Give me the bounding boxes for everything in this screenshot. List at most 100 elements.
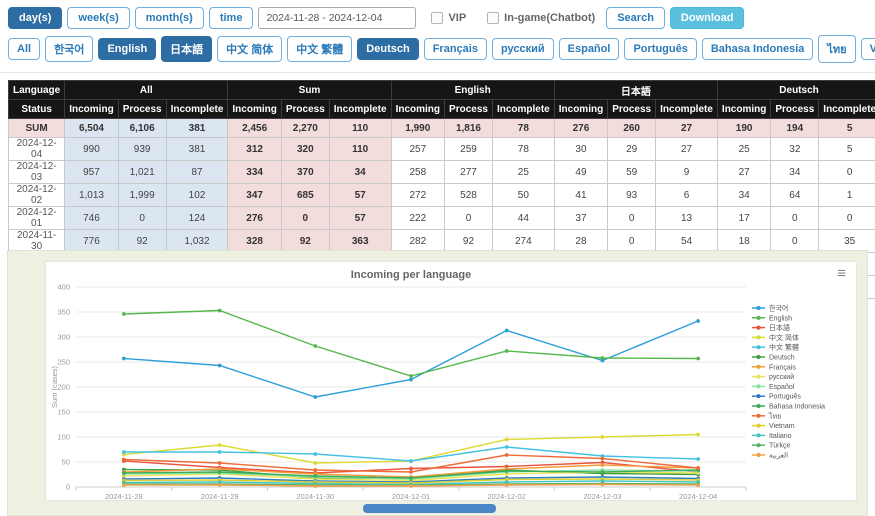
legend-label: Français: [769, 364, 796, 371]
language-filter-13[interactable]: Vietnam: [861, 38, 875, 60]
data-point: [218, 364, 222, 368]
language-filter-9[interactable]: Español: [559, 38, 620, 60]
range-button-days[interactable]: day(s): [8, 7, 62, 29]
legend-item-15[interactable]: العربية: [752, 452, 788, 460]
legend-item-7[interactable]: русский: [752, 373, 794, 381]
date-range-input[interactable]: [258, 7, 416, 29]
language-filter-10[interactable]: Português: [624, 38, 696, 60]
language-filter-11[interactable]: Bahasa Indonesia: [702, 38, 814, 60]
table-cell: 5: [819, 138, 875, 161]
data-point: [313, 474, 317, 478]
metric-header: Incomplete: [492, 100, 554, 119]
row-label: 2024-12-02: [9, 184, 65, 207]
legend-marker-dot: [756, 326, 760, 330]
legend-label: ไทย: [768, 411, 781, 420]
table-cell: 2,270: [281, 119, 329, 138]
table-cell: 312: [228, 138, 281, 161]
language-filter-12[interactable]: ไทย: [818, 35, 855, 63]
table-cell: 44: [492, 207, 554, 230]
chart-menu-icon[interactable]: ≡: [837, 266, 846, 281]
table-cell: 0: [819, 207, 875, 230]
legend-item-12[interactable]: Vietnam: [752, 423, 795, 430]
vip-checkbox[interactable]: [431, 12, 443, 24]
data-point: [218, 443, 222, 447]
language-filter-2[interactable]: English: [98, 38, 156, 60]
legend-marker-dot: [756, 433, 760, 437]
table-cell: 49: [554, 161, 607, 184]
legend-item-9[interactable]: Português: [752, 394, 801, 401]
language-filter-4[interactable]: 中文 简体: [217, 36, 282, 62]
x-tick-label: 2024-12-02: [488, 492, 526, 501]
legend-marker-dot: [756, 424, 760, 428]
table-cell: 34: [717, 184, 770, 207]
table-cell: 29: [608, 138, 656, 161]
data-point: [601, 463, 605, 467]
data-point: [218, 309, 222, 313]
language-filter-1[interactable]: 한국어: [45, 36, 93, 62]
metric-header: Incoming: [717, 100, 770, 119]
table-cell: 381: [166, 119, 228, 138]
horizontal-scrollbar-thumb[interactable]: [363, 504, 496, 513]
download-button[interactable]: Download: [670, 7, 745, 29]
range-button-time[interactable]: time: [209, 7, 254, 29]
legend-item-14[interactable]: Türkçe: [752, 443, 791, 450]
row-label: SUM: [9, 119, 65, 138]
table-cell: 57: [329, 184, 391, 207]
table-cell: 194: [771, 119, 819, 138]
language-filter-3[interactable]: 日本語: [161, 36, 212, 62]
language-filter-5[interactable]: 中文 繁體: [287, 36, 352, 62]
group-header-0: All: [65, 81, 228, 100]
x-tick-label: 2024-11-30: [296, 492, 334, 501]
data-point: [505, 438, 509, 442]
legend-item-11[interactable]: ไทย: [752, 411, 781, 420]
metric-header: Process: [118, 100, 166, 119]
legend-marker-dot: [756, 316, 760, 320]
legend-item-5[interactable]: Deutsch: [752, 355, 795, 362]
legend-item-1[interactable]: English: [752, 315, 792, 322]
range-button-weeks[interactable]: week(s): [67, 7, 129, 29]
legend-item-8[interactable]: Español: [752, 384, 795, 391]
metric-header: Incomplete: [656, 100, 718, 119]
search-button[interactable]: Search: [606, 7, 665, 29]
legend-label: English: [769, 315, 792, 322]
table-cell: 78: [492, 119, 554, 138]
table-cell: 1,816: [445, 119, 493, 138]
legend-item-2[interactable]: 日本語: [752, 323, 790, 332]
table-cell: 27: [717, 161, 770, 184]
vip-checkbox-group[interactable]: VIP: [431, 12, 466, 24]
legend-item-13[interactable]: Italiano: [752, 433, 792, 440]
language-filter-0[interactable]: All: [8, 38, 40, 60]
table-cell: 0: [819, 161, 875, 184]
table-cell: 27: [656, 119, 718, 138]
data-point: [122, 471, 126, 475]
data-point: [409, 470, 413, 474]
table-corner-status: Status: [9, 100, 65, 119]
legend-item-6[interactable]: Français: [752, 364, 796, 371]
legend-item-3[interactable]: 中文 简体: [752, 333, 799, 342]
legend-item-4[interactable]: 中文 繁體: [752, 343, 799, 352]
range-button-months[interactable]: month(s): [135, 7, 204, 29]
table-cell: 37: [554, 207, 607, 230]
language-filter-8[interactable]: русский: [492, 38, 554, 60]
vip-label: VIP: [448, 12, 466, 24]
table-cell: 990: [65, 138, 118, 161]
data-point: [313, 395, 317, 399]
legend-item-0[interactable]: 한국어: [752, 304, 788, 313]
table-cell: 64: [771, 184, 819, 207]
legend-item-10[interactable]: Bahasa Indonesia: [752, 404, 825, 411]
data-point: [122, 458, 126, 462]
language-filter-7[interactable]: Français: [424, 38, 487, 60]
table-cell: 41: [554, 184, 607, 207]
table-cell: 6,106: [118, 119, 166, 138]
language-filter-6[interactable]: Deutsch: [357, 38, 418, 60]
ingame-checkbox[interactable]: [487, 12, 499, 24]
data-point: [313, 468, 317, 472]
table-cell: 93: [608, 184, 656, 207]
table-cell: 0: [608, 207, 656, 230]
data-point: [122, 483, 126, 487]
y-tick-label: 0: [66, 483, 70, 492]
data-point: [218, 450, 222, 454]
ingame-checkbox-group[interactable]: In-game(Chatbot): [487, 12, 595, 24]
table-cell: 685: [281, 184, 329, 207]
table-cell: 110: [329, 138, 391, 161]
